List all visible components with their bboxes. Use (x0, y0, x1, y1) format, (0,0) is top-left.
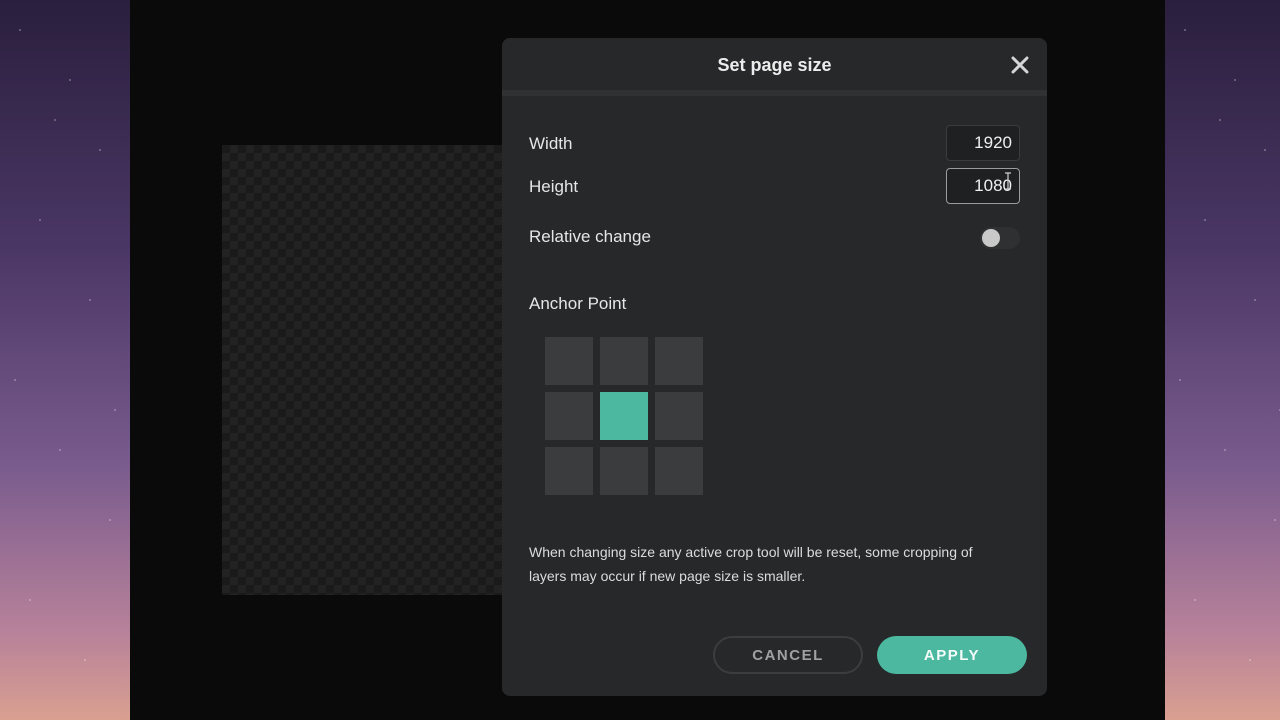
set-page-size-dialog: Set page size Width Height Relative chan… (502, 38, 1047, 696)
starry-background-left (0, 0, 130, 720)
anchor-bottom-right[interactable] (655, 447, 703, 495)
anchor-point-title: Anchor Point (529, 294, 627, 313)
anchor-middle-right[interactable] (655, 392, 703, 440)
anchor-point-grid (545, 337, 705, 495)
canvas-preview (222, 145, 512, 595)
anchor-center[interactable] (600, 392, 648, 440)
width-label: Width (529, 134, 573, 153)
dialog-header: Set page size (502, 38, 1047, 96)
dialog-title: Set page size (717, 55, 832, 75)
relative-change-label: Relative change (529, 227, 651, 246)
cancel-button[interactable]: CANCEL (713, 636, 863, 674)
apply-button[interactable]: APPLY (877, 636, 1027, 674)
text-cursor-icon (1005, 172, 1011, 190)
anchor-bottom-left[interactable] (545, 447, 593, 495)
anchor-top-center[interactable] (600, 337, 648, 385)
width-input[interactable] (946, 125, 1020, 161)
starry-background-right (1165, 0, 1280, 720)
close-icon (1011, 56, 1029, 74)
anchor-top-left[interactable] (545, 337, 593, 385)
toggle-knob (982, 229, 1000, 247)
height-label: Height (529, 177, 579, 196)
close-button[interactable] (1007, 52, 1033, 78)
anchor-middle-left[interactable] (545, 392, 593, 440)
anchor-top-right[interactable] (655, 337, 703, 385)
anchor-bottom-center[interactable] (600, 447, 648, 495)
relative-change-toggle[interactable] (980, 227, 1020, 249)
crop-warning-note: When changing size any active crop tool … (529, 544, 973, 584)
